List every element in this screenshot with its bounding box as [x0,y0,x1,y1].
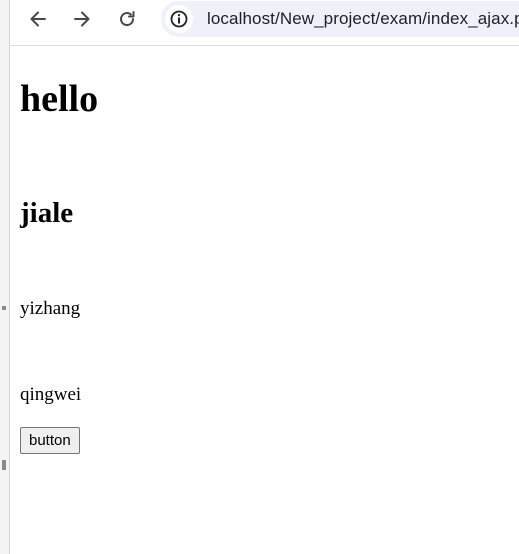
back-button[interactable] [22,5,54,33]
page-subheading: jiale [20,197,74,229]
background-window-edge [0,0,10,554]
text-line-qingwei: qingwei [20,384,82,405]
arrow-back-icon [30,11,46,27]
browser-toolbar: localhost/New_project/exam/index_ajax.ph… [10,0,519,46]
url-text[interactable]: localhost/New_project/exam/index_ajax.ph… [207,9,519,29]
page-heading: hello [20,78,99,120]
info-circle-icon [170,10,188,28]
reload-button[interactable] [111,5,143,33]
arrow-forward-icon [74,11,90,27]
site-info-button[interactable] [165,5,193,33]
edge-mark [2,306,6,310]
text-line-yizhang: yizhang [20,298,81,319]
page-button[interactable]: button [20,427,80,454]
reload-icon [120,11,135,27]
address-bar[interactable]: localhost/New_project/exam/index_ajax.ph… [161,1,519,37]
browser-window: localhost/New_project/exam/index_ajax.ph… [0,0,519,554]
forward-button[interactable] [66,5,98,33]
edge-mark [2,460,6,470]
